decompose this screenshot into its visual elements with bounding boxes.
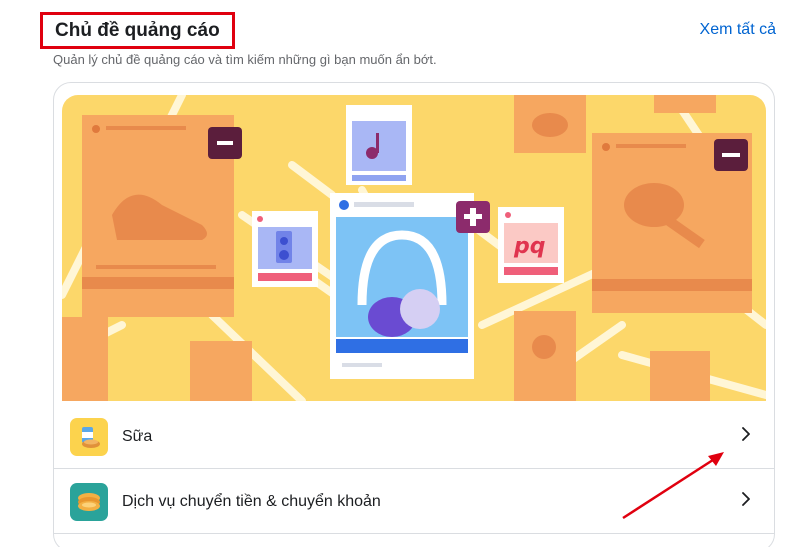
topic-label: Sữa xyxy=(122,427,153,445)
page-title: Chủ đề quảng cáo xyxy=(55,19,220,41)
title-highlight-box: Chủ đề quảng cáo xyxy=(40,12,235,49)
chevron-right-icon xyxy=(742,427,750,441)
svg-text:pq: pq xyxy=(513,234,546,259)
headphones-card xyxy=(330,193,474,379)
page-subtitle: Quản lý chủ đề quảng cáo và tìm kiếm nhữ… xyxy=(53,52,437,67)
money-transfer-icon xyxy=(70,482,108,521)
topic-row-milk[interactable]: Sữa xyxy=(54,405,774,469)
see-all-link[interactable]: Xem tất cả xyxy=(700,21,776,39)
ad-topics-card: pq Sữa Dịch vụ chuyển tiền & chuyển khoả… xyxy=(53,82,775,547)
topic-label: Dịch vụ chuyển tiền & chuyển khoản xyxy=(122,492,381,510)
ad-topics-header: Chủ đề quảng cáo Xem tất cả Quản lý chủ … xyxy=(40,12,780,67)
hero-illustration: pq xyxy=(62,95,766,401)
topic-row-money-transfer[interactable]: Dịch vụ chuyển tiền & chuyển khoản xyxy=(54,470,774,534)
milk-icon xyxy=(70,417,108,456)
chevron-right-icon xyxy=(742,492,750,506)
